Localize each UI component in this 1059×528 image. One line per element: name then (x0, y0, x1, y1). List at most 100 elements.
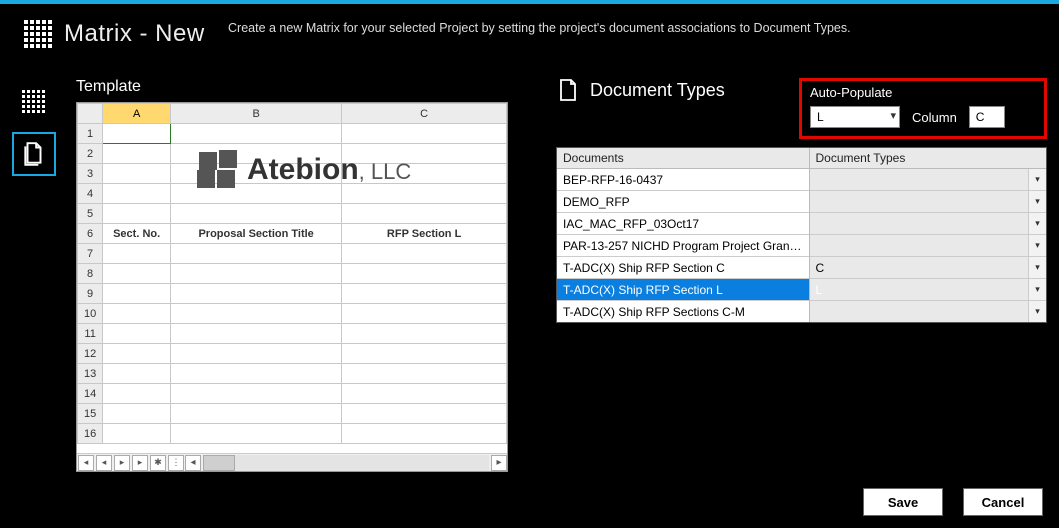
cell-A16[interactable] (103, 424, 171, 444)
cell-C3[interactable] (342, 164, 507, 184)
document-type-cell[interactable]: ▾ (809, 235, 1046, 257)
document-types-column-header[interactable]: Document Types (809, 148, 1046, 169)
cell-B13[interactable] (171, 364, 342, 384)
sheet-nav-first-icon[interactable]: ◂ (78, 455, 94, 471)
cell-C14[interactable] (342, 384, 507, 404)
cell-B15[interactable] (171, 404, 342, 424)
table-row[interactable]: BEP-RFP-16-0437 ▾ (557, 169, 1046, 191)
cancel-button[interactable]: Cancel (963, 488, 1043, 516)
scroll-track[interactable] (203, 455, 489, 471)
document-name[interactable]: T-ADC(X) Ship RFP Sections C-M (557, 301, 809, 323)
document-type-cell[interactable]: ▾ (809, 213, 1046, 235)
sheet-new-tab-icon[interactable]: ✱ (150, 455, 166, 471)
cell-B14[interactable] (171, 384, 342, 404)
cell-A12[interactable] (103, 344, 171, 364)
row-header[interactable]: 1 (78, 124, 103, 144)
column-header-C[interactable]: C (342, 104, 507, 124)
cell-A6[interactable]: Sect. No. (103, 224, 171, 244)
cell-C10[interactable] (342, 304, 507, 324)
sheet-nav-prev-icon[interactable]: ◂ (96, 455, 112, 471)
table-row[interactable]: IAC_MAC_RFP_03Oct17 ▾ (557, 213, 1046, 235)
row-header[interactable]: 6 (78, 224, 103, 244)
column-header-A[interactable]: A (103, 104, 171, 124)
row-header[interactable]: 11 (78, 324, 103, 344)
cell-B7[interactable] (171, 244, 342, 264)
row-header[interactable]: 3 (78, 164, 103, 184)
cell-B10[interactable] (171, 304, 342, 324)
sheet-nav-last-icon[interactable]: ▸ (132, 455, 148, 471)
cell-C8[interactable] (342, 264, 507, 284)
cell-C9[interactable] (342, 284, 507, 304)
row-header[interactable]: 5 (78, 204, 103, 224)
save-button[interactable]: Save (863, 488, 943, 516)
document-name[interactable]: PAR-13-257 NICHD Program Project Grant .… (557, 235, 809, 257)
row-header[interactable]: 14 (78, 384, 103, 404)
cell-A8[interactable] (103, 264, 171, 284)
table-row[interactable]: DEMO_RFP▾ (557, 191, 1046, 213)
cell-B11[interactable] (171, 324, 342, 344)
scroll-right-icon[interactable]: ▸ (491, 455, 507, 471)
cell-C6[interactable]: RFP Section L (342, 224, 507, 244)
cell-B3[interactable] (171, 164, 342, 184)
cell-B9[interactable] (171, 284, 342, 304)
document-type-cell[interactable]: L▾ (809, 279, 1046, 301)
sheet-nav-next-icon[interactable]: ▸ (114, 455, 130, 471)
row-header[interactable]: 2 (78, 144, 103, 164)
sheet-split-icon[interactable]: ⋮ (168, 455, 184, 471)
cell-A15[interactable] (103, 404, 171, 424)
document-name[interactable]: IAC_MAC_RFP_03Oct17 (557, 213, 809, 235)
document-type-cell[interactable]: ▾ (809, 301, 1046, 323)
table-row[interactable]: PAR-13-257 NICHD Program Project Grant .… (557, 235, 1046, 257)
dropdown-icon[interactable]: ▾ (1028, 279, 1046, 300)
dropdown-icon[interactable]: ▾ (1028, 169, 1046, 190)
document-name[interactable]: T-ADC(X) Ship RFP Section L (557, 279, 809, 301)
auto-populate-select[interactable]: L (810, 106, 900, 128)
cell-A1[interactable] (103, 124, 171, 144)
cell-B12[interactable] (171, 344, 342, 364)
cell-A4[interactable] (103, 184, 171, 204)
document-name[interactable]: DEMO_RFP (557, 191, 809, 213)
table-row[interactable]: T-ADC(X) Ship RFP Sections C-M ▾ (557, 301, 1046, 323)
cell-B4[interactable] (171, 184, 342, 204)
row-header[interactable]: 9 (78, 284, 103, 304)
document-type-cell[interactable]: ▾ (809, 191, 1046, 213)
row-header[interactable]: 7 (78, 244, 103, 264)
cell-A10[interactable] (103, 304, 171, 324)
cell-A13[interactable] (103, 364, 171, 384)
column-header-B[interactable]: B (171, 104, 342, 124)
cell-B1[interactable] (171, 124, 342, 144)
dropdown-icon[interactable]: ▾ (1028, 235, 1046, 256)
column-input[interactable] (969, 106, 1005, 128)
dropdown-icon[interactable]: ▾ (1028, 257, 1046, 278)
cell-B16[interactable] (171, 424, 342, 444)
table-row[interactable]: T-ADC(X) Ship RFP Section CC▾ (557, 257, 1046, 279)
dropdown-icon[interactable]: ▾ (1028, 301, 1046, 322)
cell-A14[interactable] (103, 384, 171, 404)
cell-C16[interactable] (342, 424, 507, 444)
cell-C15[interactable] (342, 404, 507, 424)
table-row[interactable]: T-ADC(X) Ship RFP Section LL▾ (557, 279, 1046, 301)
scroll-left-icon[interactable]: ◂ (185, 455, 201, 471)
cell-C13[interactable] (342, 364, 507, 384)
documents-column-header[interactable]: Documents (557, 148, 809, 169)
cell-A7[interactable] (103, 244, 171, 264)
cell-C12[interactable] (342, 344, 507, 364)
cell-A9[interactable] (103, 284, 171, 304)
sidebar-documents-button[interactable] (12, 132, 56, 176)
cell-B5[interactable] (171, 204, 342, 224)
cell-C4[interactable] (342, 184, 507, 204)
cell-C2[interactable] (342, 144, 507, 164)
document-name[interactable]: BEP-RFP-16-0437 (557, 169, 809, 191)
cell-A3[interactable] (103, 164, 171, 184)
cell-A2[interactable] (103, 144, 171, 164)
cell-A5[interactable] (103, 204, 171, 224)
cell-C7[interactable] (342, 244, 507, 264)
cell-B8[interactable] (171, 264, 342, 284)
row-header[interactable]: 12 (78, 344, 103, 364)
document-name[interactable]: T-ADC(X) Ship RFP Section C (557, 257, 809, 279)
dropdown-icon[interactable]: ▾ (1028, 213, 1046, 234)
row-header[interactable]: 13 (78, 364, 103, 384)
document-type-cell[interactable]: C▾ (809, 257, 1046, 279)
cell-C11[interactable] (342, 324, 507, 344)
row-header[interactable]: 16 (78, 424, 103, 444)
